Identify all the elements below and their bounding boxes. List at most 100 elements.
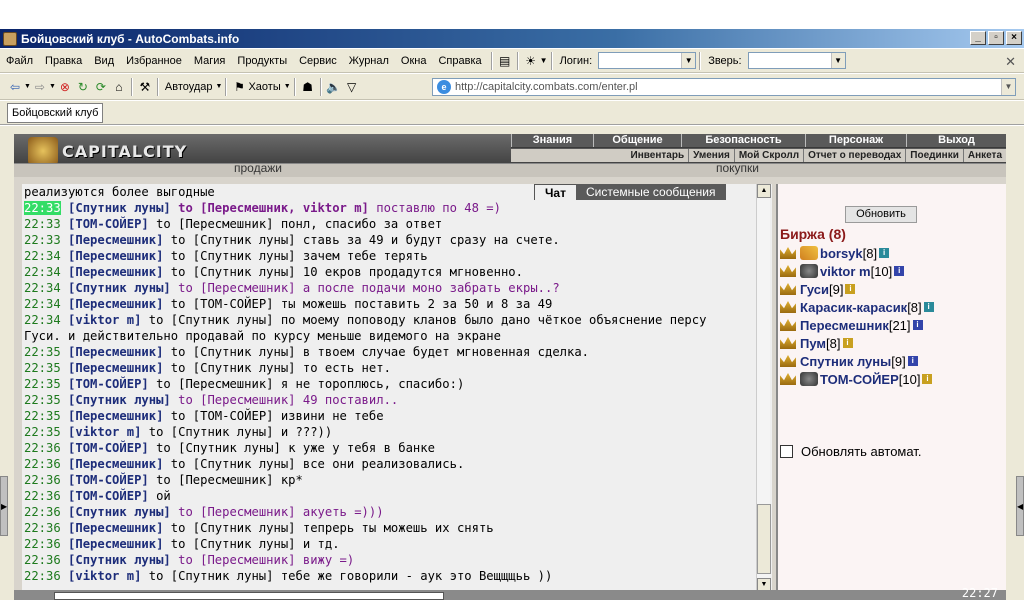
right-panel-handle[interactable]: ◀ — [1016, 476, 1024, 536]
user-name[interactable]: ТОМ-СОЙЕР — [820, 372, 899, 387]
message-recipient[interactable]: to [Спутник луны] — [149, 425, 274, 439]
message-time[interactable]: 22:33 — [24, 233, 61, 247]
message-recipient[interactable]: to [ТОМ-СОЙЕР] — [171, 297, 274, 311]
info-icon[interactable]: i — [907, 356, 918, 366]
message-sender[interactable]: [ТОМ-СОЙЕР] — [68, 377, 149, 391]
left-panel-handle[interactable]: ▶ — [0, 476, 8, 536]
message-recipient[interactable]: to [Пересмешник] — [178, 553, 295, 567]
message-sender[interactable]: [Пересмешник] — [68, 233, 163, 247]
message-recipient[interactable]: to [Спутник луны] — [156, 441, 281, 455]
message-recipient[interactable]: to [Спутник луны] — [171, 457, 296, 471]
user-name[interactable]: Карасик-карасик — [800, 300, 907, 315]
pet-combo[interactable]: ▼ — [747, 52, 846, 69]
message-time[interactable]: 22:36 — [24, 553, 61, 567]
notes-icon[interactable]: ▤ — [496, 52, 514, 70]
chat-log[interactable]: реализуются более выгодные 22:33 [Спутник… — [22, 184, 772, 592]
message-recipient[interactable]: to [Спутник луны] — [149, 313, 274, 327]
nav-profile[interactable]: Анкета — [964, 149, 1006, 162]
message-sender[interactable]: [Спутник луны] — [68, 281, 171, 295]
message-time[interactable]: 22:34 — [24, 249, 61, 263]
message-time[interactable]: 22:34 — [24, 281, 61, 295]
message-recipient[interactable]: to [Спутник луны] — [171, 537, 296, 551]
minimize-button[interactable]: _ — [970, 31, 986, 45]
tab-system-messages[interactable]: Системные сообщения — [575, 184, 726, 200]
nav-exit[interactable]: Выход — [906, 134, 1006, 147]
tools-icon[interactable]: ⚒ — [136, 78, 154, 96]
message-sender[interactable]: [Пересмешник] — [68, 361, 163, 375]
message-sender[interactable]: [ТОМ-СОЙЕР] — [68, 441, 149, 455]
message-time[interactable]: 22:34 — [24, 265, 61, 279]
refresh-icon[interactable]: ↻ — [74, 78, 92, 96]
login-combo[interactable]: ▼ — [598, 52, 697, 69]
nav-transfer-report[interactable]: Отчет о переводах — [804, 149, 907, 162]
chevron-down-icon[interactable]: ▼ — [1001, 79, 1015, 95]
message-recipient[interactable]: to [Спутник луны] — [171, 361, 296, 375]
chevron-down-icon[interactable]: ▼ — [540, 56, 548, 65]
exchange-user-row[interactable]: borsyk [8] i — [780, 244, 890, 262]
message-time[interactable]: 22:36 — [24, 537, 61, 551]
menu-help[interactable]: Справка — [432, 55, 487, 67]
message-time[interactable]: 22:33 — [24, 201, 61, 215]
user-name[interactable]: Пум — [800, 336, 826, 351]
close-window-button[interactable]: × — [1006, 31, 1022, 45]
message-time[interactable]: 22:35 — [24, 377, 61, 391]
close-icon[interactable]: ✕ — [1005, 54, 1016, 70]
forward-icon[interactable]: ⇨ — [31, 78, 49, 96]
exchange-user-row[interactable]: Пересмешник [21] i — [780, 316, 923, 334]
message-sender[interactable]: [Спутник луны] — [68, 505, 171, 519]
exchange-user-row[interactable]: ТОМ-СОЙЕР [10] i — [780, 370, 933, 388]
message-time[interactable]: 22:36 — [24, 441, 61, 455]
message-sender[interactable]: [ТОМ-СОЙЕР] — [68, 217, 149, 231]
back-icon[interactable]: ⇦ — [6, 78, 24, 96]
nav-knowledge[interactable]: Знания — [511, 134, 593, 147]
message-sender[interactable]: [Спутник луны] — [68, 553, 171, 567]
exchange-user-row[interactable]: Гуси [9] i — [780, 280, 856, 298]
message-recipient[interactable]: to [Спутник луны] — [149, 569, 274, 583]
user-name[interactable]: Спутник луны — [800, 354, 891, 369]
exchange-user-row[interactable]: Спутник луны [9] i — [780, 352, 918, 370]
purchases-label[interactable]: покупки — [716, 161, 759, 175]
sales-label[interactable]: продажи — [234, 161, 282, 175]
message-time[interactable]: 22:35 — [24, 425, 61, 439]
message-sender[interactable]: [Пересмешник] — [68, 521, 163, 535]
scroll-thumb[interactable] — [757, 504, 771, 574]
message-recipient[interactable]: to [Пересмешник] — [178, 393, 295, 407]
message-time[interactable]: 22:36 — [24, 569, 61, 583]
message-sender[interactable]: [ТОМ-СОЙЕР] — [68, 473, 149, 487]
message-time[interactable]: 22:35 — [24, 361, 61, 375]
message-time[interactable]: 22:36 — [24, 521, 61, 535]
refresh-all-icon[interactable]: ⟳ — [92, 78, 110, 96]
message-recipient[interactable]: to [Пересмешник, viktor m] — [178, 201, 369, 215]
message-sender[interactable]: [Спутник луны] — [68, 201, 171, 215]
autoudar-button[interactable]: Автоудар — [165, 81, 213, 93]
chat-scrollbar[interactable]: ▲ ▼ — [756, 184, 771, 592]
menu-edit[interactable]: Правка — [39, 55, 88, 67]
menu-products[interactable]: Продукты — [231, 55, 293, 67]
exchange-user-row[interactable]: Пум [8] i — [780, 334, 853, 352]
info-icon[interactable]: i — [923, 302, 934, 312]
message-sender[interactable]: [ТОМ-СОЙЕР] — [68, 489, 149, 503]
menu-favorites[interactable]: Избранное — [120, 55, 188, 67]
auto-refresh-checkbox[interactable] — [780, 445, 793, 458]
message-sender[interactable]: [Пересмешник] — [68, 345, 163, 359]
message-recipient[interactable]: to [Спутник луны] — [171, 521, 296, 535]
message-sender[interactable]: [Пересмешник] — [68, 537, 163, 551]
message-time[interactable]: 22:33 — [24, 217, 61, 231]
message-recipient[interactable]: to [Пересмешник] — [156, 377, 273, 391]
user-name[interactable]: Пересмешник — [800, 318, 889, 333]
message-sender[interactable]: [Пересмешник] — [68, 409, 163, 423]
message-sender[interactable]: [Пересмешник] — [68, 265, 163, 279]
message-recipient[interactable]: to [Спутник луны] — [171, 345, 296, 359]
message-recipient[interactable]: to [Пересмешник] — [156, 473, 273, 487]
message-recipient[interactable]: to [Спутник луны] — [171, 249, 296, 263]
menu-magic[interactable]: Магия — [188, 55, 232, 67]
info-icon[interactable]: i — [922, 374, 933, 384]
scroll-up-icon[interactable]: ▲ — [757, 184, 771, 198]
message-sender[interactable]: [Пересмешник] — [68, 457, 163, 471]
menu-windows[interactable]: Окна — [395, 55, 433, 67]
message-time[interactable]: 22:36 — [24, 457, 61, 471]
info-icon[interactable]: i — [912, 320, 923, 330]
message-recipient[interactable]: to [Спутник луны] — [171, 233, 296, 247]
message-time[interactable]: 22:34 — [24, 313, 61, 327]
chevron-down-icon[interactable]: ▼ — [681, 53, 696, 68]
